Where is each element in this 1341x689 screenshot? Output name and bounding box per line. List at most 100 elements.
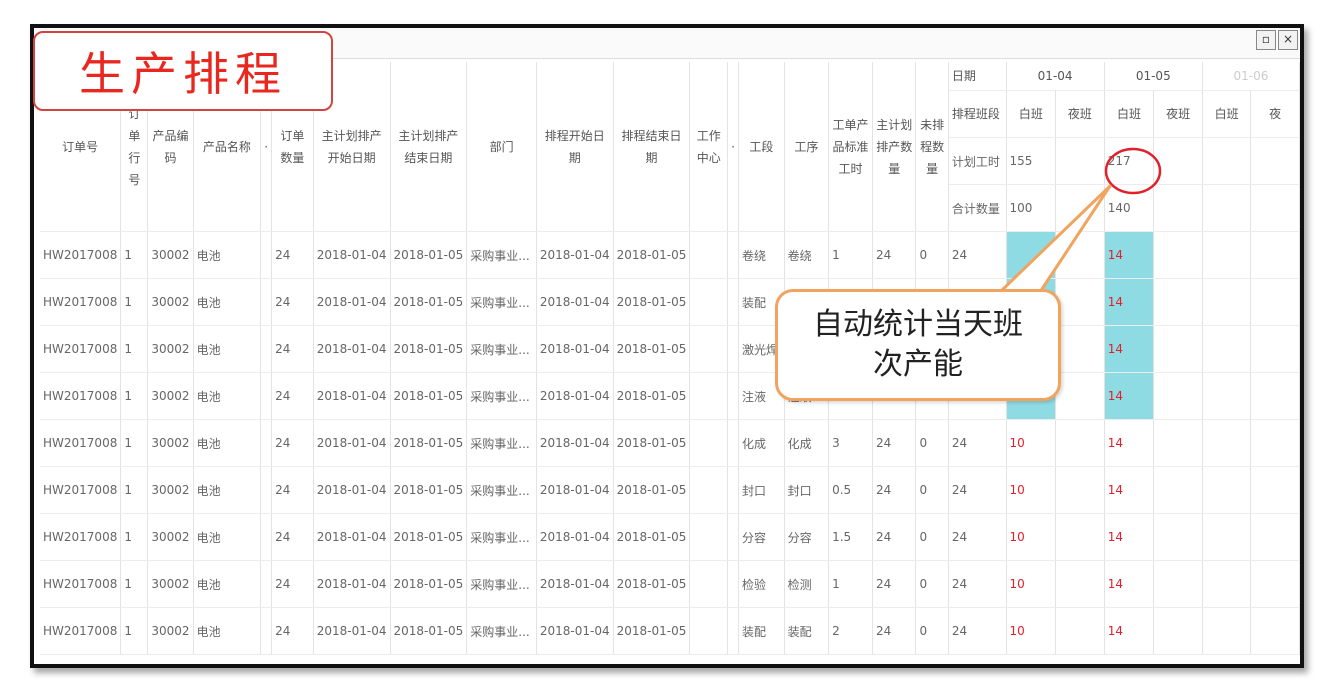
- cell-se: 2018-01-05: [613, 419, 691, 467]
- page-title: 生产排程: [79, 47, 287, 101]
- cell-ss: 2018-01-04: [536, 325, 614, 373]
- cell-d2: 14: [1104, 325, 1155, 373]
- col-header-segment: 工段: [738, 62, 785, 232]
- cell-qty: 24: [271, 607, 314, 655]
- close-icon[interactable]: ×: [1278, 30, 1298, 50]
- table-row[interactable]: HW2017008 1 30002 电池 24 2018-01-04 2018-01-05 采…: [40, 513, 1300, 561]
- cell-d2: 14: [1104, 466, 1155, 514]
- cell-qty2: 24: [948, 231, 1007, 279]
- cell-dept: 采购事业...: [466, 325, 537, 373]
- window-controls: ▫ ×: [1256, 30, 1298, 50]
- table-row[interactable]: HW2017008 1 30002 电池 24 2018-01-04 2018-01-05 采…: [40, 560, 1300, 608]
- cell-ss: 2018-01-04: [536, 466, 614, 514]
- cell-blank-e4: [1250, 466, 1300, 514]
- cell-proc: 分容: [784, 513, 830, 561]
- cell-blank-n2: [727, 607, 739, 655]
- col-header-dept: 部门: [466, 62, 537, 232]
- cell-order: HW2017008: [40, 231, 122, 279]
- cell-d2: 14: [1104, 513, 1155, 561]
- cell-ss: 2018-01-04: [536, 607, 614, 655]
- cell-order: HW2017008: [40, 419, 122, 467]
- cell-blank-e4: [1250, 419, 1300, 467]
- cell-d2: 14: [1104, 278, 1155, 326]
- cell-ms: 2018-01-04: [313, 231, 391, 279]
- cell-blank-n1: [260, 372, 273, 420]
- cell-ms: 2018-01-04: [313, 560, 391, 608]
- cell-blank-e4: [1250, 372, 1300, 420]
- cell-un: 0: [915, 466, 949, 514]
- col-header-sched-end: 排程结束日期: [613, 62, 691, 232]
- cell-std: 1.5: [828, 513, 873, 561]
- cell-ss: 2018-01-04: [536, 278, 614, 326]
- cell-seg: 装配: [738, 607, 785, 655]
- cell-me: 2018-01-05: [390, 325, 468, 373]
- cell-seg: 化成: [738, 419, 785, 467]
- cell-proc: 卷绕: [784, 231, 830, 279]
- cell-qty2: 24: [948, 607, 1007, 655]
- cell-blank-n1: [260, 560, 273, 608]
- cell-wc: [689, 560, 729, 608]
- cell-name: 电池: [193, 231, 262, 279]
- cell-line: 1: [120, 372, 149, 420]
- cell-mqty: 24: [872, 607, 917, 655]
- cell-dept: 采购事业...: [466, 419, 537, 467]
- cell-dept: 采购事业...: [466, 231, 537, 279]
- cell-d1: 10: [1006, 466, 1057, 514]
- table-row[interactable]: HW2017008 1 30002 电池 24 2018-01-04 2018-01-05 采…: [40, 372, 1300, 420]
- minimize-icon[interactable]: ▫: [1256, 30, 1276, 50]
- cell-d2: 14: [1104, 560, 1155, 608]
- col-header-master-qty: 主计划排产数量: [872, 62, 917, 232]
- col-header-std-hours: 工单产品标准工时: [828, 62, 873, 232]
- cell-name: 电池: [193, 513, 262, 561]
- cell-blank-n2: [727, 278, 739, 326]
- cell-proc: 化成: [784, 419, 830, 467]
- cell-mqty: 24: [872, 560, 917, 608]
- cell-me: 2018-01-05: [390, 278, 468, 326]
- cell-blank-e2: [1153, 560, 1203, 608]
- cell-wc: [689, 325, 729, 373]
- cell-blank-e1: [1055, 325, 1105, 373]
- table-row[interactable]: HW2017008 1 30002 电池 24 2018-01-04 2018-01-05 采…: [40, 607, 1300, 655]
- table-row[interactable]: HW2017008 1 30002 电池 24 2018-01-04 2018-01-05 采…: [40, 419, 1300, 467]
- cell-mqty: 24: [872, 513, 917, 561]
- cell-seg: 封口: [738, 466, 785, 514]
- cell-line: 1: [120, 513, 149, 561]
- cell-se: 2018-01-05: [613, 278, 691, 326]
- cell-proc: 检测: [784, 560, 830, 608]
- cell-blank-e1: [1055, 513, 1105, 561]
- cell-std: 1: [828, 560, 873, 608]
- cell-blank-e1: [1055, 560, 1105, 608]
- cell-order: HW2017008: [40, 325, 122, 373]
- cell-me: 2018-01-05: [390, 513, 468, 561]
- cell-qty: 24: [271, 419, 314, 467]
- cell-seg: 检验: [738, 560, 785, 608]
- cell-wc: [689, 419, 729, 467]
- cell-blank-e3: [1202, 372, 1252, 420]
- cell-blank-n2: [727, 560, 739, 608]
- col-header-sched-start: 排程开始日期: [536, 62, 614, 232]
- table-row[interactable]: HW2017008 1 30002 电池 24 2018-01-04 2018-01-05 采…: [40, 325, 1300, 373]
- table-row[interactable]: HW2017008 1 30002 电池 24 2018-01-04 2018-01-05 采…: [40, 231, 1300, 279]
- date-header-3: 01-06: [1202, 62, 1300, 91]
- cell-code: 30002: [147, 231, 194, 279]
- cell-blank-e1: [1055, 231, 1105, 279]
- cell-wc: [689, 466, 729, 514]
- cell-blank-e3: [1202, 560, 1252, 608]
- table-row[interactable]: HW2017008 1 30002 电池 24 2018-01-04 2018-01-05 采…: [40, 466, 1300, 514]
- shift-header: 白班: [1104, 90, 1155, 138]
- cell-wc: [689, 372, 729, 420]
- cell-qty2: 24: [948, 419, 1007, 467]
- cell-blank-e4: [1250, 607, 1300, 655]
- cell-ms: 2018-01-04: [313, 419, 391, 467]
- cell-blank-e3: [1202, 513, 1252, 561]
- cell-se: 2018-01-05: [613, 231, 691, 279]
- cell-me: 2018-01-05: [390, 419, 468, 467]
- table-row[interactable]: HW2017008 1 30002 电池 24 2018-01-04 2018-01-05 采…: [40, 278, 1300, 326]
- cell-blank-n1: [260, 607, 273, 655]
- cell-se: 2018-01-05: [613, 325, 691, 373]
- shift-header: 白班: [1006, 90, 1057, 138]
- cell-d1: 10: [1006, 607, 1057, 655]
- cell-code: 30002: [147, 278, 194, 326]
- cell-name: 电池: [193, 560, 262, 608]
- cell-blank-n2: [727, 372, 739, 420]
